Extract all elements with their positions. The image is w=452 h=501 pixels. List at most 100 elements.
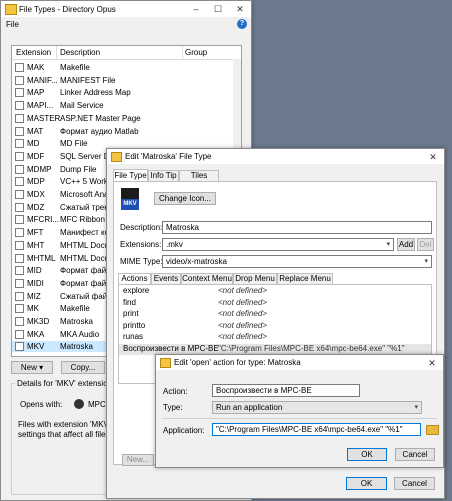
- row-extension: MFCRI...: [27, 215, 59, 225]
- action-row[interactable]: explore <not defined>: [119, 286, 431, 297]
- file-type-icon: [15, 215, 24, 225]
- row-extension: MHTML: [27, 253, 56, 263]
- action-dialog-titlebar: Edit 'open' action for type: Matroska ✕: [156, 355, 443, 370]
- row-extension: MD: [27, 139, 40, 149]
- opens-with-label: Opens with:: [20, 400, 63, 409]
- mime-type-label: MIME Type:: [120, 257, 163, 266]
- action-row[interactable]: Воспроизвести в MPC-BE "C:\Program Files\…: [119, 343, 431, 355]
- file-type-icon: [15, 101, 24, 111]
- file-type-icon: [15, 240, 24, 250]
- file-type-icon: [15, 228, 24, 238]
- table-row[interactable]: MAT Формат аудио Matlab: [12, 126, 233, 137]
- app-icon: [5, 4, 17, 15]
- chevron-down-icon: ▾: [414, 404, 418, 411]
- column-group[interactable]: Group: [185, 48, 207, 57]
- row-extension: MDF: [27, 151, 45, 161]
- add-extension-button[interactable]: Add: [397, 238, 415, 251]
- type-select[interactable]: Run an application ▾: [212, 401, 422, 414]
- action-row[interactable]: printto <not defined>: [119, 321, 431, 332]
- subtab-actions[interactable]: Actions: [118, 273, 151, 284]
- close-icon[interactable]: ✕: [421, 355, 443, 371]
- row-description: Matroska: [60, 342, 93, 352]
- action-name-input[interactable]: Воспроизвести в MPC-BE: [212, 384, 360, 397]
- row-description: Dump File: [60, 164, 97, 174]
- row-extension: MANIF...: [27, 75, 58, 85]
- file-type-icon: [15, 266, 24, 276]
- action-row[interactable]: runas <not defined>: [119, 332, 431, 343]
- row-extension: MK3D: [27, 317, 50, 326]
- action-command: "C:\Program Files\MPC-BE x64\mpc-be64.ex…: [218, 343, 405, 353]
- new-action-button[interactable]: New...: [122, 454, 154, 466]
- action-command: <not defined>: [218, 286, 267, 295]
- tab-info-tip[interactable]: Info Tip: [148, 170, 179, 181]
- action-name: runas: [123, 332, 144, 341]
- subtab-events[interactable]: Events: [151, 273, 181, 284]
- app-icon: [160, 358, 171, 368]
- row-extension: MHT: [27, 240, 45, 250]
- file-type-icon: [15, 329, 24, 339]
- subtab-replace-menu[interactable]: Replace Menu: [277, 273, 333, 284]
- subtab-context-menu[interactable]: Context Menu: [181, 273, 233, 284]
- application-input[interactable]: "C:\Program Files\MPC-BE x64\mpc-be64.ex…: [212, 423, 421, 436]
- action-name: find: [123, 297, 136, 307]
- tab-tiles-mode[interactable]: Tiles Mode: [179, 170, 219, 190]
- edit-type-cancel-button[interactable]: Cancel: [394, 477, 435, 490]
- row-extension: MDX: [27, 190, 45, 199]
- del-extension-button[interactable]: Del: [417, 238, 434, 251]
- table-row[interactable]: MANIF... MANIFEST File: [12, 75, 233, 86]
- menu-bar: File ?: [1, 18, 251, 31]
- row-extension: MKV: [27, 342, 45, 352]
- chevron-down-icon: ▾: [386, 241, 390, 248]
- maximize-icon[interactable]: ☐: [207, 1, 229, 17]
- action-name: Воспроизвести в MPC-BE: [123, 343, 219, 353]
- row-description: Matroska: [60, 317, 93, 326]
- menu-file[interactable]: File: [6, 20, 19, 29]
- subtab-drop-menu[interactable]: Drop Menu: [233, 273, 277, 284]
- action-command: <not defined>: [218, 309, 267, 318]
- folder-icon[interactable]: [426, 425, 439, 435]
- row-extension: MAP: [27, 88, 45, 98]
- mime-type-combo[interactable]: video/x-matroska ▾: [162, 255, 432, 268]
- row-extension: MASTER: [27, 113, 60, 123]
- close-icon[interactable]: ✕: [229, 1, 251, 17]
- table-row[interactable]: MASTER ASP.NET Master Page: [12, 113, 233, 124]
- help-icon[interactable]: ?: [237, 19, 247, 29]
- copy-type-button[interactable]: Copy...: [61, 361, 105, 374]
- row-description: Makefile: [60, 63, 90, 72]
- opens-with-icon: [74, 399, 84, 409]
- new-type-button[interactable]: New ▾: [11, 361, 53, 374]
- column-description[interactable]: Description: [60, 48, 100, 57]
- close-icon[interactable]: ✕: [422, 149, 444, 165]
- edit-type-ok-button[interactable]: OK: [346, 477, 387, 490]
- row-extension: MAK: [27, 63, 45, 72]
- list-header: Extension Description Group: [12, 46, 241, 60]
- action-cancel-button[interactable]: Cancel: [395, 448, 435, 461]
- minimize-icon[interactable]: –: [185, 1, 207, 17]
- row-extension: MK: [27, 304, 39, 314]
- action-row[interactable]: print <not defined>: [119, 309, 431, 320]
- table-row[interactable]: MAK Makefile: [12, 62, 233, 73]
- file-type-icon: [15, 342, 24, 352]
- mkv-file-icon: MKV: [120, 188, 140, 212]
- file-type-icon: [15, 126, 24, 136]
- file-type-icon: [15, 304, 24, 314]
- tab-file-type[interactable]: File Type: [113, 169, 148, 181]
- table-row[interactable]: MAP Linker Address Map: [12, 87, 233, 98]
- column-extension[interactable]: Extension: [16, 48, 51, 57]
- row-extension: MDMP: [27, 164, 52, 174]
- application-label: Application:: [163, 426, 205, 435]
- action-row[interactable]: find <not defined>: [119, 298, 431, 309]
- file-type-icon: [15, 177, 24, 187]
- action-ok-button[interactable]: OK: [347, 448, 387, 461]
- row-description: Makefile: [60, 304, 90, 314]
- extensions-combo[interactable]: .mkv ▾: [162, 238, 394, 251]
- table-row[interactable]: MAPI... Mail Service: [12, 100, 233, 111]
- description-label: Description:: [120, 223, 163, 232]
- row-extension: MIDI: [27, 278, 44, 288]
- description-input[interactable]: Matroska: [162, 221, 432, 234]
- file-type-icon: [15, 202, 24, 212]
- change-icon-button[interactable]: Change Icon...: [154, 192, 216, 205]
- row-description: Linker Address Map: [60, 88, 131, 98]
- chevron-down-icon: ▾: [424, 258, 428, 265]
- edit-action-dialog: Edit 'open' action for type: Matroska ✕ …: [155, 354, 444, 468]
